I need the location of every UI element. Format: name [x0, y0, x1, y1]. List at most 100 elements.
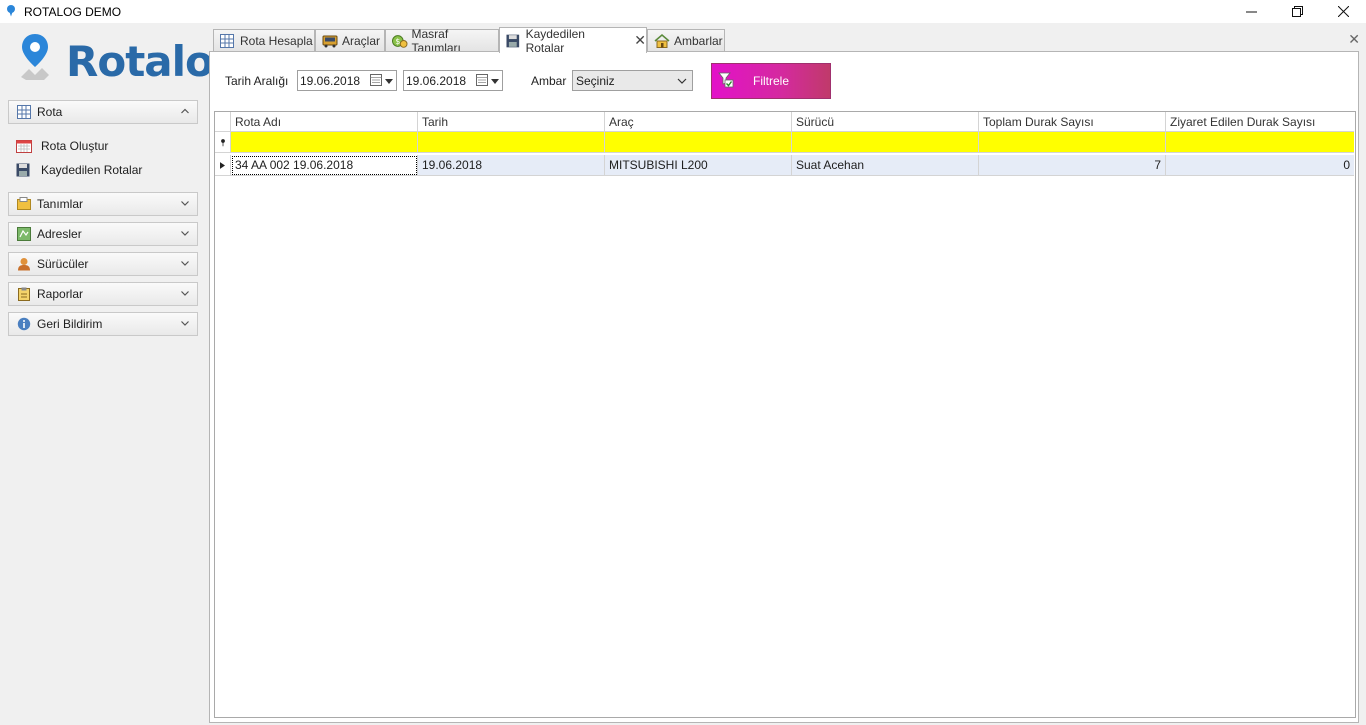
panel-close-icon[interactable]: ✕ — [1348, 31, 1360, 48]
tab-label: Araçlar — [342, 34, 381, 48]
nav-group-label: Geri Bildirim — [37, 317, 103, 331]
nav-group-label: Rota — [37, 105, 63, 119]
driver-icon — [18, 258, 30, 271]
column-header-tarih[interactable]: Tarih — [418, 112, 605, 132]
tab-label: Ambarlar — [674, 34, 723, 48]
chevron-down-icon — [181, 231, 189, 236]
restore-icon — [1291, 6, 1303, 17]
tab-close-icon[interactable]: ✕ — [634, 32, 646, 49]
warehouse-label: Ambar — [531, 74, 567, 88]
chevron-down-icon — [181, 291, 189, 296]
date-to-picker[interactable]: 19.06.2018 — [403, 70, 503, 91]
date-from-value: 19.06.2018 — [300, 73, 361, 88]
date-to-value: 19.06.2018 — [406, 73, 467, 88]
truck-icon — [322, 35, 338, 48]
chevron-down-icon — [181, 321, 189, 326]
save-icon — [16, 163, 30, 177]
date-range-label: Tarih Aralığı — [225, 74, 289, 88]
route-grid-icon — [17, 105, 31, 119]
cell-rota-adi[interactable]: 34 AA 002 19.06.2018 — [231, 155, 418, 176]
cell-surucu[interactable]: Suat Acehan — [792, 155, 979, 176]
svg-text:$: $ — [395, 37, 400, 46]
column-header-rota-adi[interactable]: Rota Adı — [231, 112, 418, 132]
table-row[interactable]: 34 AA 002 19.06.2018 19.06.2018 MITSUBIS… — [215, 155, 1355, 176]
clipboard-icon — [18, 287, 30, 301]
app-pin-icon — [6, 4, 16, 19]
cell-arac[interactable]: MITSUBISHI L200 — [605, 155, 792, 176]
tab-araclar[interactable]: Araçlar — [315, 29, 385, 52]
autofilter-cell-arac[interactable] — [605, 132, 792, 153]
tab-label: Kaydedilen Rotalar — [525, 26, 585, 55]
dropdown-arrow-icon[interactable] — [385, 79, 393, 84]
autofilter-pin-icon — [215, 132, 231, 153]
minimize-button[interactable] — [1228, 0, 1274, 23]
title-bar: ROTALOG DEMO — [0, 0, 1366, 23]
column-header-toplam-durak[interactable]: Toplam Durak Sayısı — [979, 112, 1166, 132]
tab-strip: Rota Hesapla Araçlar $ Masraf Tanımları … — [208, 26, 1360, 55]
routes-grid: Rota Adı Tarih Araç Sürücü Toplam Durak … — [214, 111, 1356, 718]
tab-label: Rota Hesapla — [240, 34, 313, 48]
sidebar: Rotalog Rota Rota Oluştur Kaydedilen Rot… — [0, 23, 243, 725]
autofilter-cell-surucu[interactable] — [792, 132, 979, 153]
column-header-surucu[interactable]: Sürücü — [792, 112, 979, 132]
nav-group-label: Tanımlar — [37, 197, 84, 211]
nav-group-geri-bildirim[interactable]: Geri Bildirim — [8, 312, 198, 336]
chevron-down-icon — [677, 78, 687, 84]
warehouse-select-value: Seçiniz — [576, 73, 615, 88]
window-title: ROTALOG DEMO — [24, 4, 122, 19]
grid-header-row: Rota Adı Tarih Araç Sürücü Toplam Durak … — [215, 112, 1355, 132]
nav-group-adresler[interactable]: Adresler — [8, 222, 198, 246]
saved-routes-panel: Tarih Aralığı 19.06.2018 19.06.2018 Amba… — [209, 51, 1359, 723]
save-icon — [506, 34, 520, 47]
grid-autofilter-row — [215, 132, 1355, 153]
restore-button[interactable] — [1274, 0, 1320, 23]
autofilter-cell-tarih[interactable] — [418, 132, 605, 153]
calendar-icon — [16, 140, 32, 153]
cell-ziyaret-edilen-durak[interactable]: 0 — [1166, 155, 1354, 176]
tab-masraf-tanimlari[interactable]: $ Masraf Tanımları — [385, 27, 499, 55]
nav-group-label: Sürücüler — [37, 257, 89, 271]
close-button[interactable] — [1320, 0, 1366, 23]
route-grid-icon — [220, 34, 234, 48]
nav-group-raporlar[interactable]: Raporlar — [8, 282, 198, 306]
calendar-icon[interactable] — [370, 74, 382, 86]
sidebar-item-rota-olustur[interactable]: Rota Oluştur — [16, 136, 108, 156]
cell-tarih[interactable]: 19.06.2018 — [418, 155, 605, 176]
warehouse-select[interactable]: Seçiniz — [572, 70, 693, 91]
tab-rota-hesapla[interactable]: Rota Hesapla — [213, 29, 315, 52]
brand-logo: Rotalog — [6, 31, 243, 93]
nav-group-suruculer[interactable]: Sürücüler — [8, 252, 198, 276]
chevron-down-icon — [181, 261, 189, 266]
calendar-icon[interactable] — [476, 74, 488, 86]
nav-group-rota[interactable]: Rota — [8, 100, 198, 124]
tab-kaydedilen-rotalar[interactable]: Kaydedilen Rotalar ✕ — [499, 26, 647, 55]
filter-button-label: Filtrele — [752, 74, 789, 88]
column-header-arac[interactable]: Araç — [605, 112, 792, 132]
tab-ambarlar[interactable]: Ambarlar — [647, 29, 725, 52]
close-icon — [1337, 6, 1349, 17]
autofilter-cell-rota-adi[interactable] — [231, 132, 418, 153]
minimize-icon — [1245, 11, 1257, 13]
row-indicator-icon — [215, 155, 231, 176]
cell-toplam-durak[interactable]: 7 — [979, 155, 1166, 176]
autofilter-cell-toplam-durak[interactable] — [979, 132, 1166, 153]
nav-group-tanimlar[interactable]: Tanımlar — [8, 192, 198, 216]
filter-button[interactable]: Filtrele — [711, 63, 831, 99]
autofilter-cell-ziyaret-edilen-durak[interactable] — [1166, 132, 1354, 153]
map-icon — [17, 227, 31, 241]
location-pin-logo-icon — [21, 34, 49, 80]
folder-icon — [17, 197, 31, 210]
chevron-up-icon — [181, 108, 189, 114]
header-indicator — [215, 112, 231, 132]
filter-icon — [718, 72, 734, 88]
date-from-picker[interactable]: 19.06.2018 — [297, 70, 397, 91]
info-icon — [17, 317, 31, 331]
main-area: Rota Hesapla Araçlar $ Masraf Tanımları … — [208, 23, 1366, 725]
chevron-down-icon — [181, 201, 189, 206]
money-icon: $ — [392, 35, 408, 48]
home-icon — [654, 34, 670, 48]
sidebar-item-kaydedilen-rotalar[interactable]: Kaydedilen Rotalar — [16, 160, 142, 180]
column-header-ziyaret-edilen-durak[interactable]: Ziyaret Edilen Durak Sayısı — [1166, 112, 1354, 132]
dropdown-arrow-icon[interactable] — [491, 79, 499, 84]
nav-group-label: Adresler — [37, 227, 82, 241]
